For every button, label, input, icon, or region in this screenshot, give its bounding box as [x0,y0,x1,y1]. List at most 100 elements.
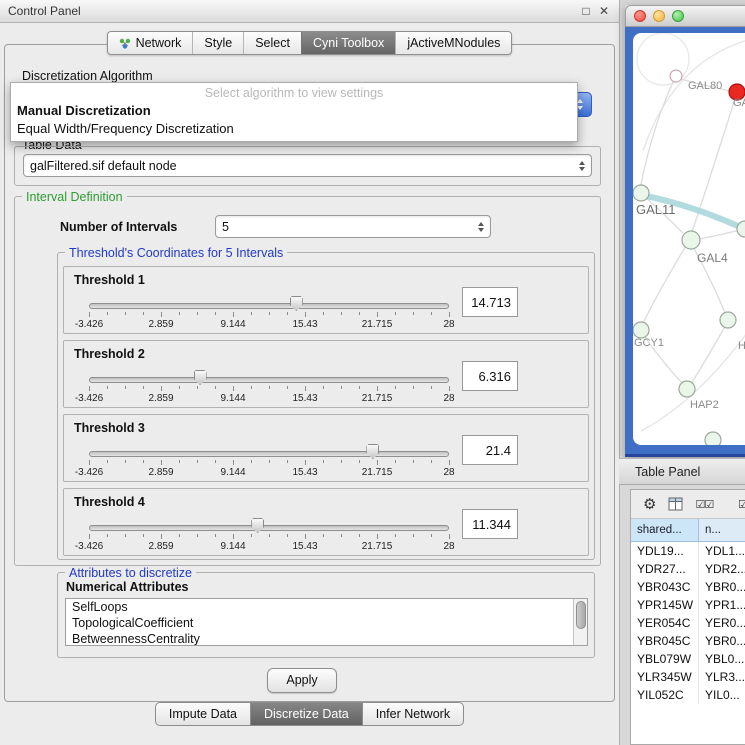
table-cell[interactable]: YIL0... [699,686,745,704]
dropdown-option-manual-discretization[interactable]: Manual Discretization [11,102,577,120]
threshold-4-slider[interactable]: -3.4262.8599.14415.4321.71528 [89,517,449,553]
table-cell[interactable]: YLR345W [631,668,699,686]
table-row[interactable]: YDR27...YDR2... [631,560,745,578]
interval-definition-title: Interval Definition [22,190,127,204]
network-canvas[interactable]: GAL80 GA GAL11 GAL4 GCY1 HAP2 H [633,33,745,445]
table-cell[interactable]: YDR2... [699,560,745,578]
attribute-list-item[interactable]: BetweennessCentrality [66,631,587,646]
table-cell[interactable]: YBR0... [699,632,745,650]
table-column-headers: shared... n... [631,519,745,542]
slider-tick [251,460,252,463]
threshold-1-slider[interactable]: -3.4262.8599.14415.4321.71528 [89,295,449,331]
tab-style[interactable]: Style [192,32,243,54]
table-row[interactable]: YER054CYER0... [631,614,745,632]
slider-scale-label: 21.715 [362,319,393,330]
network-window-titlebar[interactable] [625,5,745,27]
table-row[interactable]: YPR145WYPR1... [631,596,745,614]
tab-impute-data[interactable]: Impute Data [155,702,251,726]
number-of-intervals-label: Number of Intervals [60,220,177,234]
network-node[interactable] [705,432,721,445]
list-scrollbar[interactable] [573,599,587,645]
slider-tick [377,312,378,317]
network-node[interactable] [682,231,700,249]
threshold-4-value-field[interactable]: 11.344 [462,509,518,539]
select-icon[interactable]: ☑ [738,498,745,511]
slider-tick [395,460,396,463]
columns-icon[interactable] [668,497,683,511]
slider-tick [413,460,414,463]
slider-tick [233,460,234,465]
close-icon[interactable]: ✕ [595,4,613,18]
table-panel-header[interactable]: Table Panel [619,458,745,485]
table-row[interactable]: YLR345WYLR3... [631,668,745,686]
slider-track[interactable] [89,451,449,457]
slider-scale-label: -3.426 [75,467,103,478]
tab-select[interactable]: Select [243,32,301,54]
table-cell[interactable]: YER0... [699,614,745,632]
table-row[interactable]: YBL079WYBL0... [631,650,745,668]
network-node[interactable] [720,312,736,328]
table-row[interactable]: YDL19...YDL1... [631,542,745,560]
table-cell[interactable]: YER054C [631,614,699,632]
network-node[interactable] [633,185,649,201]
slider-track[interactable] [89,377,449,383]
threshold-3-slider[interactable]: -3.4262.8599.14415.4321.71528 [89,443,449,479]
threshold-2-value-field[interactable]: 6.316 [462,361,518,391]
slider-tick [341,534,342,537]
dropdown-option-equal-width[interactable]: Equal Width/Frequency Discretization [11,120,577,138]
tab-network[interactable]: Network [108,32,193,54]
slider-tick [269,460,270,463]
table-row[interactable]: YBR043CYBR0... [631,578,745,596]
apply-button[interactable]: Apply [267,668,337,693]
slider-tick [197,460,198,463]
minimize-traffic-light-icon[interactable] [653,10,665,22]
table-row[interactable]: YBR045CYBR0... [631,632,745,650]
table-row[interactable]: YIL052CYIL0... [631,686,745,704]
gear-icon[interactable]: ⚙ [643,497,656,512]
threshold-1-value-field[interactable]: 14.713 [462,287,518,317]
tab-jactivemnodules[interactable]: jActiveMNodules [395,32,511,54]
minimize-icon[interactable]: □ [577,4,595,18]
thresholds-group-title: Threshold's Coordinates for 5 Intervals [65,246,287,260]
network-node[interactable] [670,70,682,82]
table-cell[interactable]: YDL1... [699,542,745,560]
table-cell[interactable]: YPR1... [699,596,745,614]
slider-track[interactable] [89,303,449,309]
attribute-list-item[interactable]: TopologicalCoefficient [66,615,587,631]
select-all-icon[interactable]: ☑☑ [695,498,713,511]
number-of-intervals-combobox[interactable]: 5 [215,215,491,238]
column-header-name[interactable]: n... [699,519,745,541]
table-cell[interactable]: YIL052C [631,686,699,704]
table-cell[interactable]: YDL19... [631,542,699,560]
tab-cyni-toolbox[interactable]: Cyni Toolbox [301,32,395,54]
control-panel-window: Control Panel □ ✕ Network Style Select C… [0,0,620,745]
zoom-traffic-light-icon[interactable] [672,10,684,22]
scrollbar-thumb[interactable] [576,601,586,629]
table-cell[interactable]: YBL079W [631,650,699,668]
table-cell[interactable]: YLR3... [699,668,745,686]
threshold-3-value-field[interactable]: 21.4 [462,435,518,465]
slider-tick [89,312,90,317]
network-view-window: GAL80 GA GAL11 GAL4 GCY1 HAP2 H [625,5,745,457]
table-cell[interactable]: YPR145W [631,596,699,614]
slider-tick [359,534,360,537]
table-data-combobox[interactable]: galFiltered.sif default node [23,154,592,177]
attribute-list-item[interactable]: SelfLoops [66,599,587,615]
table-cell[interactable]: YBR043C [631,578,699,596]
slider-tick [287,312,288,315]
table-cell[interactable]: YBR0... [699,578,745,596]
table-cell[interactable]: YBR045C [631,632,699,650]
slider-track[interactable] [89,525,449,531]
control-panel-titlebar[interactable]: Control Panel □ ✕ [0,0,619,23]
top-tabstrip: Network Style Select Cyni Toolbox jActiv… [0,31,619,55]
threshold-2-slider[interactable]: -3.4262.8599.14415.4321.71528 [89,369,449,405]
tab-discretize-data[interactable]: Discretize Data [251,702,363,726]
column-header-shared-name[interactable]: shared... [631,519,699,541]
tab-infer-network[interactable]: Infer Network [363,702,464,726]
close-traffic-light-icon[interactable] [634,10,646,22]
table-cell[interactable]: YBL0... [699,650,745,668]
network-node[interactable] [679,381,695,397]
table-cell[interactable]: YDR27... [631,560,699,578]
attribute-list[interactable]: SelfLoopsTopologicalCoefficientBetweenne… [65,598,588,646]
network-node[interactable] [633,322,649,338]
